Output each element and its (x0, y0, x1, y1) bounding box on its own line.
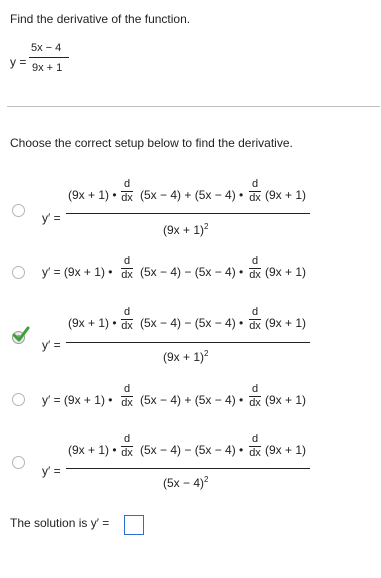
problem-denominator: 9x + 1 (32, 62, 63, 74)
option-d-term2: (9x + 1) (265, 393, 307, 407)
option-b-radio[interactable] (12, 266, 25, 279)
solution-label: The solution is y′ = (10, 516, 110, 530)
option-b-term2: (9x + 1) (265, 265, 307, 279)
d-numerator: d (251, 383, 259, 395)
den-power: 2 (204, 349, 209, 358)
problem-numerator: 5x − 4 (31, 42, 62, 54)
d-numerator: d (251, 306, 259, 318)
option-c-term1: (9x + 1) • (68, 316, 117, 330)
option-a-term1: (9x + 1) • (68, 188, 117, 202)
option-c-d-dx-1: d dx (121, 307, 133, 332)
den-text: (5x − 4) (163, 476, 205, 490)
option-a-term2: (9x + 1) (265, 188, 307, 202)
d-denominator: dx (121, 192, 133, 204)
option-d-prefix: y′ = (9x + 1) • (42, 393, 113, 407)
separator (7, 106, 380, 107)
option-d-mid: (5x − 4) + (5x − 4) • (140, 393, 244, 407)
option-a-d-dx-2: d dx (249, 179, 261, 204)
problem-y-label: y = (10, 55, 27, 69)
answer-input[interactable] (124, 515, 144, 535)
d-numerator: d (123, 255, 131, 267)
option-e-d-dx-1: d dx (121, 434, 133, 459)
option-c-prefix: y′ = (42, 338, 61, 352)
d-numerator: d (123, 178, 131, 190)
checkmark-icon (12, 326, 30, 342)
option-e-d-dx-2: d dx (249, 434, 261, 459)
d-numerator: d (251, 255, 259, 267)
option-a-mid: (5x − 4) + (5x − 4) • (140, 188, 244, 202)
option-d-radio[interactable] (12, 393, 25, 406)
option-b-d-dx-1: d dx (121, 256, 133, 281)
option-c-fraction-bar (66, 342, 310, 343)
option-b-prefix: y′ = (9x + 1) • (42, 265, 113, 279)
d-numerator: d (123, 306, 131, 318)
option-b-d-dx-2: d dx (249, 256, 261, 281)
option-e-mid: (5x − 4) − (5x − 4) • (140, 443, 244, 457)
den-text: (9x + 1) (163, 350, 205, 364)
option-c-mid: (5x − 4) − (5x − 4) • (140, 316, 244, 330)
option-a-denominator: (9x + 1)2 (163, 222, 209, 237)
d-denominator: dx (121, 269, 133, 281)
option-c-denominator: (9x + 1)2 (163, 349, 209, 364)
option-e-term2: (9x + 1) (265, 443, 307, 457)
d-numerator: d (123, 383, 131, 395)
d-denominator: dx (249, 447, 261, 459)
option-a-prefix: y′ = (42, 211, 61, 225)
den-power: 2 (204, 475, 209, 484)
question-text: Choose the correct setup below to find t… (10, 136, 293, 150)
d-denominator: dx (121, 320, 133, 332)
d-denominator: dx (249, 269, 261, 281)
d-denominator: dx (121, 447, 133, 459)
problem-instruction: Find the derivative of the function. (10, 12, 191, 26)
option-d-d-dx-2: d dx (249, 384, 261, 409)
option-c-d-dx-2: d dx (249, 307, 261, 332)
option-e-fraction-bar (66, 468, 310, 469)
d-numerator: d (251, 433, 259, 445)
option-a-d-dx-1: d dx (121, 179, 133, 204)
option-d-d-dx-1: d dx (121, 384, 133, 409)
option-e-denominator: (5x − 4)2 (163, 475, 209, 490)
d-denominator: dx (249, 397, 261, 409)
d-numerator: d (123, 433, 131, 445)
d-numerator: d (251, 178, 259, 190)
d-denominator: dx (249, 192, 261, 204)
option-a-fraction-bar (66, 213, 310, 214)
option-e-prefix: y′ = (42, 464, 61, 478)
option-c-term2: (9x + 1) (265, 316, 307, 330)
option-b-mid: (5x − 4) − (5x − 4) • (140, 265, 244, 279)
den-text: (9x + 1) (163, 223, 205, 237)
d-denominator: dx (121, 397, 133, 409)
problem-fraction-bar (29, 57, 69, 58)
option-e-term1: (9x + 1) • (68, 443, 117, 457)
option-e-radio[interactable] (12, 456, 25, 469)
den-power: 2 (204, 222, 209, 231)
option-a-radio[interactable] (12, 204, 25, 217)
d-denominator: dx (249, 320, 261, 332)
